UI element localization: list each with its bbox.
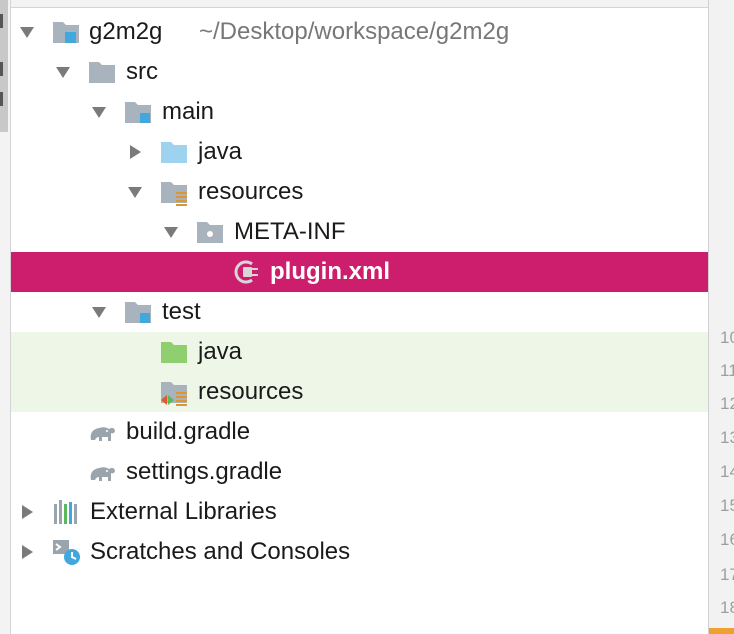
tree-row-test[interactable]: test bbox=[11, 292, 708, 332]
tree-row-plugin-xml[interactable]: plugin.xml bbox=[11, 252, 708, 292]
plugin-xml-icon bbox=[234, 260, 258, 284]
chevron-down-icon[interactable] bbox=[91, 304, 107, 320]
chevron-down-icon[interactable] bbox=[55, 64, 71, 80]
line-number: 11 bbox=[720, 361, 734, 380]
source-root-folder-icon bbox=[125, 102, 151, 123]
editor-line-gutter: 10 11 12 13 14 15 16 17 18 bbox=[708, 0, 734, 634]
chevron-right-icon[interactable] bbox=[19, 504, 35, 520]
tree-row-build-gradle[interactable]: build.gradle bbox=[11, 412, 708, 452]
tree-row-root[interactable]: g2m2g ~/Desktop/workspace/g2m2g bbox=[11, 12, 708, 52]
gutter-mark bbox=[0, 62, 3, 76]
tree-row-scratches[interactable]: Scratches and Consoles bbox=[11, 532, 708, 572]
root-module-label: g2m2g bbox=[89, 18, 163, 45]
tree-row-settings-gradle[interactable]: settings.gradle bbox=[11, 452, 708, 492]
tree-row-src[interactable]: src bbox=[11, 52, 708, 92]
tree-item-label: External Libraries bbox=[90, 498, 277, 525]
line-number: 15 bbox=[720, 496, 734, 515]
tree-item-label: main bbox=[162, 98, 215, 125]
test-resources-folder-icon bbox=[161, 382, 187, 406]
tree-item-label: build.gradle bbox=[126, 418, 251, 445]
tree-item-label: java bbox=[198, 338, 243, 365]
gradle-elephant-icon bbox=[90, 427, 115, 441]
chevron-down-icon[interactable] bbox=[127, 184, 143, 200]
tree-item-label: Scratches and Consoles bbox=[90, 538, 351, 565]
panel-top-border bbox=[11, 0, 708, 8]
project-tree: g2m2g ~/Desktop/workspace/g2m2g src main bbox=[11, 12, 708, 572]
chevron-down-icon[interactable] bbox=[19, 24, 35, 40]
tree-item-label: resources bbox=[198, 378, 304, 405]
tree-item-label: test bbox=[162, 298, 201, 325]
test-source-folder-icon bbox=[161, 342, 187, 363]
libraries-icon bbox=[54, 500, 77, 524]
line-number: 18 bbox=[720, 598, 734, 617]
line-number: 10 bbox=[720, 328, 734, 347]
line-number: 14 bbox=[720, 462, 734, 481]
tree-item-label: resources bbox=[198, 178, 304, 205]
tree-row-main-java[interactable]: java bbox=[11, 132, 708, 172]
project-panel: g2m2g ~/Desktop/workspace/g2m2g src main bbox=[0, 0, 734, 634]
tree-item-label: META-INF bbox=[234, 218, 346, 245]
tree-row-test-java[interactable]: java bbox=[11, 332, 708, 372]
folder-icon bbox=[89, 62, 115, 83]
gradle-elephant-icon bbox=[90, 467, 115, 481]
gutter-mark bbox=[0, 14, 3, 28]
left-panel-edge bbox=[0, 0, 11, 634]
tree-row-external-libraries[interactable]: External Libraries bbox=[11, 492, 708, 532]
line-number: 16 bbox=[720, 530, 734, 549]
chevron-down-icon[interactable] bbox=[91, 104, 107, 120]
tree-row-test-resources[interactable]: resources bbox=[11, 372, 708, 412]
tree-item-label: settings.gradle bbox=[126, 458, 283, 485]
tree-row-main[interactable]: main bbox=[11, 92, 708, 132]
line-number: 13 bbox=[720, 428, 734, 447]
root-module-path: ~/Desktop/workspace/g2m2g bbox=[199, 18, 510, 45]
tree-item-label: src bbox=[126, 58, 158, 85]
gutter-mark bbox=[0, 92, 3, 106]
java-source-folder-icon bbox=[161, 142, 187, 163]
package-folder-icon bbox=[197, 222, 223, 243]
chevron-right-icon[interactable] bbox=[127, 144, 143, 160]
chevron-down-icon[interactable] bbox=[163, 224, 179, 240]
scratches-icon bbox=[53, 540, 80, 565]
line-number: 12 bbox=[720, 394, 734, 413]
source-root-folder-icon bbox=[125, 302, 151, 323]
tree-item-label: java bbox=[198, 138, 243, 165]
tree-row-meta-inf[interactable]: META-INF bbox=[11, 212, 708, 252]
tree-row-main-resources[interactable]: resources bbox=[11, 172, 708, 212]
tree-item-label: plugin.xml bbox=[270, 258, 390, 285]
module-folder-icon bbox=[53, 22, 79, 43]
gutter-caret-indicator bbox=[709, 628, 734, 634]
line-number: 17 bbox=[720, 565, 734, 584]
resources-folder-icon bbox=[161, 182, 187, 206]
chevron-right-icon[interactable] bbox=[19, 544, 35, 560]
